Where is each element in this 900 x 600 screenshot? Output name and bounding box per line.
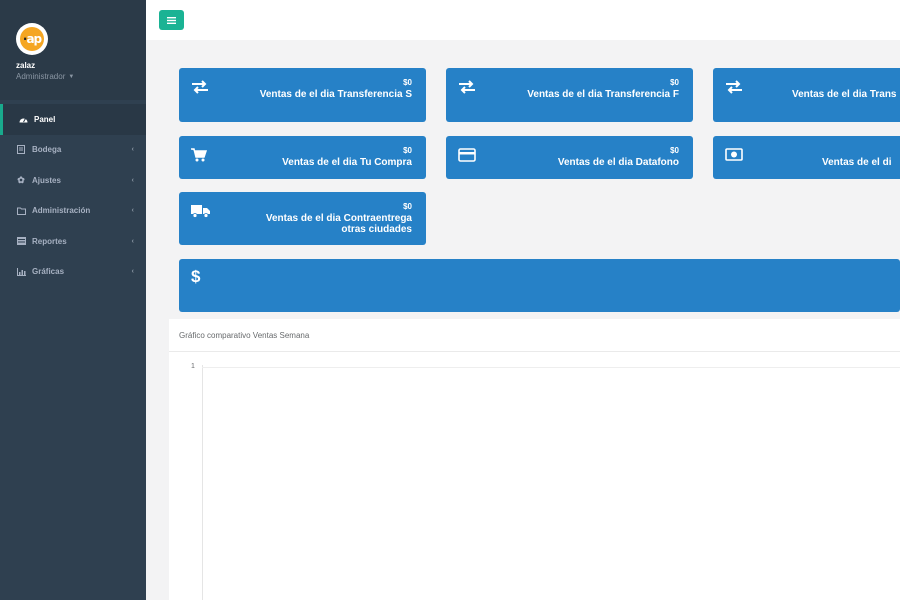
chevron-left-icon: ‹ [131,237,134,245]
gridline [202,367,900,368]
logo-text: ·ap [20,27,44,51]
sidebar-item-reportes[interactable]: Reportes ‹ [0,226,146,257]
sales-card-datafono[interactable]: $0 Ventas de el dia Datafono [446,136,693,179]
card-label: Ventas de el dia Transferencia S [259,89,412,100]
sidebar-item-bodega[interactable]: Bodega ‹ [0,135,146,166]
card-label: Ventas de el dia Contraentrega otras ciu… [265,213,412,235]
sidebar-item-label: Ajustes [32,175,61,185]
y-axis-tick-label: 1 [191,363,195,370]
sidebar-item-administracion[interactable]: Administración ‹ [0,196,146,227]
transfer-icon [191,80,209,99]
card-label: Ventas de el dia Tu Compra [282,157,412,168]
dollar-icon: $ [191,267,201,286]
sidebar-item-panel[interactable]: Panel [0,104,146,135]
user-role-dropdown[interactable]: Administrador ▼ [16,72,74,81]
sidebar-item-graficas[interactable]: Gráficas ‹ [0,257,146,288]
truck-icon [191,204,211,223]
chevron-left-icon: ‹ [131,146,134,154]
card-amount: $0 [670,146,679,155]
card-amount: $0 [403,202,412,211]
card-label: Ventas de el dia Trans [792,89,897,100]
sales-card-transferencia-3[interactable]: Ventas de el dia Trans [713,68,900,122]
chevron-left-icon: ‹ [131,176,134,184]
sales-total-card[interactable]: $ [179,259,900,312]
clipboard-icon [16,145,26,155]
transfer-icon [725,80,743,99]
top-navbar [146,0,900,40]
sales-card-contraentrega[interactable]: $0 Ventas de el dia Contraentrega otras … [179,192,426,245]
sales-card-transferencia-s[interactable]: $0 Ventas de el dia Transferencia S [179,68,426,122]
chart-title: Gráfico comparativo Ventas Semana [179,331,310,340]
money-icon [725,148,743,166]
company-logo: ·ap [16,23,48,55]
sales-card-tu-compra[interactable]: $0 Ventas de el dia Tu Compra [179,136,426,179]
gear-icon: ✿ [17,174,25,185]
user-name[interactable]: zalaz [16,61,35,70]
sales-card-money[interactable]: Ventas de el di [713,136,900,179]
chevron-left-icon: ‹ [131,268,134,276]
card-amount: $0 [403,78,412,87]
sidebar-item-label: Administración [32,206,91,216]
sales-card-transferencia-f[interactable]: $0 Ventas de el dia Transferencia F [446,68,693,122]
weekly-sales-chart-panel: Gráfico comparativo Ventas Semana 1 [169,319,900,600]
list-icon [16,236,26,246]
hamburger-icon [167,16,176,24]
profile-panel: ·ap zalaz Administrador ▼ [0,0,146,100]
sidebar: ·ap zalaz Administrador ▼ Panel Bodega ‹ … [0,0,146,600]
caret-down-icon: ▼ [68,73,75,80]
folder-icon [16,206,26,216]
card-label: Ventas de el dia Datafono [557,157,679,168]
y-axis-line [202,365,203,600]
sidebar-item-label: Reportes [32,236,67,246]
sidebar-item-label: Panel [34,114,56,124]
menu-toggle-button[interactable] [159,10,184,30]
card-amount: $0 [403,146,412,155]
card-label: Ventas de el di [822,157,892,168]
sidebar-nav: Panel Bodega ‹ ✿ Ajustes ‹ Administració… [0,104,146,287]
sidebar-item-label: Gráficas [32,267,65,277]
chevron-left-icon: ‹ [131,207,134,215]
sidebar-item-ajustes[interactable]: ✿ Ajustes ‹ [0,165,146,196]
dashboard-icon [18,114,28,124]
divider [169,351,900,352]
credit-card-icon [458,148,476,167]
card-amount: $0 [670,78,679,87]
bar-chart-icon [16,267,26,277]
sidebar-item-label: Bodega [32,145,62,155]
card-label: Ventas de el dia Transferencia F [527,89,679,100]
cart-icon [191,148,208,167]
transfer-icon [458,80,476,99]
